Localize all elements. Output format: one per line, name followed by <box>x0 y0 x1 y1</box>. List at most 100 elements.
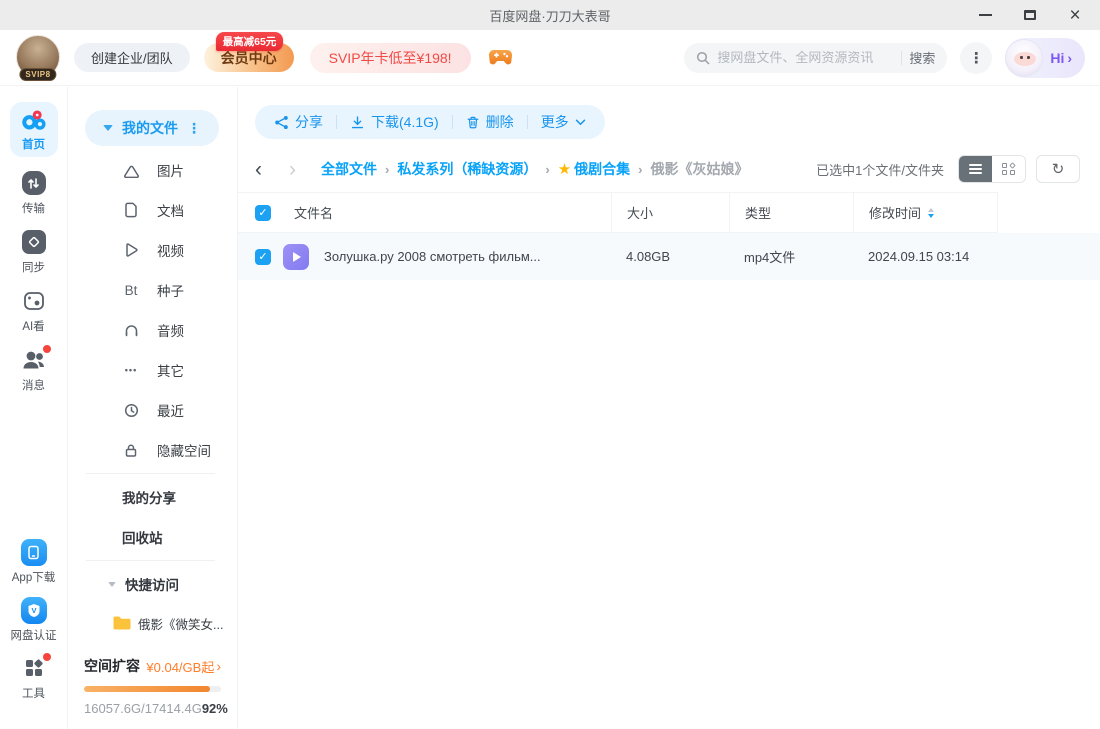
file-modified: 2024.09.15 03:14 <box>853 233 998 280</box>
more-menu-button[interactable]: ⋮ <box>960 42 992 74</box>
svip-promo-banner[interactable]: SVIP年卡低至¥198! <box>310 43 471 73</box>
download-button[interactable]: 下载(4.1G) <box>350 112 439 132</box>
sidebar-item-videos[interactable]: 视频 <box>68 230 237 270</box>
breadcrumb-current: 俄影《灰姑娘》 <box>650 159 748 179</box>
document-icon <box>122 202 140 218</box>
nav-sync[interactable]: 同步 <box>21 229 47 275</box>
sidebar-item-hidden-space[interactable]: 隐藏空间 <box>68 430 237 470</box>
select-all-checkbox[interactable]: ✓ <box>255 205 271 221</box>
create-team-button[interactable]: 创建企业/团队 <box>74 43 190 72</box>
user-avatar[interactable]: SVIP8 <box>14 34 62 82</box>
table-row[interactable]: ✓ Золушка.ру 2008 смотреть фильм... 4.08… <box>238 233 1100 280</box>
lock-icon <box>122 443 140 458</box>
divider <box>86 560 215 561</box>
sidebar-my-files[interactable]: 我的文件 ⋮ <box>85 110 219 146</box>
storage-progress-bar <box>84 686 221 692</box>
games-button[interactable] <box>488 49 513 67</box>
grid-view-icon <box>1002 163 1015 176</box>
nav-certification-label: 网盘认证 <box>11 627 57 643</box>
svip-level-badge: SVIP8 <box>19 68 56 81</box>
assistant-chevron-icon: › <box>1067 50 1072 66</box>
assistant-avatar <box>1005 39 1043 77</box>
more-button[interactable]: 更多 <box>541 112 586 132</box>
nav-tools[interactable]: 工具 <box>21 655 47 701</box>
sidebar-item-recycle-bin[interactable]: 回收站 <box>68 517 237 557</box>
storage-price-link[interactable]: ¥0.04/GB起 › <box>146 657 221 676</box>
member-center-wrap: 会员中心 最高减65元 <box>204 43 294 72</box>
sidebar-item-pictures[interactable]: 图片 <box>68 150 237 190</box>
nav-certification[interactable]: V 网盘认证 <box>11 597 57 643</box>
search-icon <box>696 51 710 65</box>
sidebar-item-torrents[interactable]: Bt 种子 <box>68 270 237 310</box>
my-files-menu-icon[interactable]: ⋮ <box>187 120 201 137</box>
sidebar-item-recent[interactable]: 最近 <box>68 390 237 430</box>
column-header-size[interactable]: 大小 <box>611 193 729 232</box>
sidebar-item-my-shares[interactable]: 我的分享 <box>68 477 237 517</box>
back-button[interactable]: ‹ <box>255 159 262 180</box>
tools-icon <box>21 655 47 681</box>
search-input[interactable] <box>717 50 894 65</box>
breadcrumb: 全部文件 › 私发系列（稀缺资源） › ★ 俄剧合集 › 俄影《灰姑娘》 <box>321 159 748 179</box>
search-divider <box>901 51 902 65</box>
nav-transfer[interactable]: 传输 <box>21 170 47 216</box>
forward-button[interactable]: › <box>289 159 296 180</box>
nav-home[interactable]: 首页 <box>10 102 58 157</box>
svg-text:V: V <box>31 605 36 614</box>
main-content: 分享 下载(4.1G) 删除 更多 ‹ › 全部文件 › 私发系列（稀缺资源） … <box>238 87 1100 729</box>
column-header-modified[interactable]: 修改时间 <box>853 193 998 232</box>
breadcrumb-all-files[interactable]: 全部文件 <box>321 159 377 179</box>
breadcrumb-series[interactable]: 私发系列（稀缺资源） <box>397 159 537 179</box>
nav-ai-view[interactable]: AI看 <box>21 288 47 334</box>
clock-icon <box>122 403 140 418</box>
collapse-triangle-icon <box>108 582 116 587</box>
maximize-icon <box>1024 10 1036 20</box>
tools-badge <box>43 653 51 661</box>
nav-rail: 首页 传输 同步 AI看 <box>0 87 68 729</box>
breadcrumb-collection[interactable]: 俄剧合集 <box>574 159 630 179</box>
divider <box>452 115 453 129</box>
window-controls: × <box>976 6 1100 24</box>
search-button[interactable]: 搜索 <box>909 48 935 67</box>
sidebar-quick-access[interactable]: 快捷访问 <box>68 564 237 604</box>
close-button[interactable]: × <box>1066 6 1084 24</box>
assistant-pill[interactable]: Hi › <box>1005 38 1085 78</box>
discount-badge: 最高减65元 <box>216 32 284 51</box>
ai-view-icon <box>21 288 47 314</box>
selection-status: 已选中1个文件/文件夹 <box>816 160 944 179</box>
quick-access-folder[interactable]: 俄影《微笑女... <box>68 604 237 642</box>
refresh-icon: ↻ <box>1052 160 1065 178</box>
maximize-button[interactable] <box>1021 6 1039 24</box>
sort-icon[interactable] <box>928 208 934 218</box>
share-button[interactable]: 分享 <box>274 112 323 132</box>
divider <box>86 473 215 474</box>
grid-view-button[interactable] <box>992 156 1025 182</box>
refresh-button[interactable]: ↻ <box>1036 155 1080 183</box>
storage-expand-label: 空间扩容 <box>84 656 140 676</box>
list-view-button[interactable] <box>959 156 992 182</box>
sidebar-item-documents[interactable]: 文档 <box>68 190 237 230</box>
view-toggle <box>958 155 1026 183</box>
divider <box>336 115 337 129</box>
check-icon: ✓ <box>258 250 267 263</box>
nav-home-label: 首页 <box>22 136 45 152</box>
nav-messages[interactable]: 消息 <box>21 347 47 393</box>
column-header-type[interactable]: 类型 <box>729 193 853 232</box>
file-name[interactable]: Золушка.ру 2008 смотреть фильм... <box>324 249 541 264</box>
minimize-button[interactable] <box>976 6 994 24</box>
nav-sync-label: 同步 <box>22 259 45 275</box>
download-icon <box>350 115 365 130</box>
messages-badge <box>43 345 51 353</box>
sidebar-item-audio[interactable]: 音频 <box>68 310 237 350</box>
netdisk-logo-icon <box>21 107 47 133</box>
audio-icon <box>122 323 140 338</box>
nav-messages-label: 消息 <box>22 377 45 393</box>
file-toolbar: 分享 下载(4.1G) 删除 更多 <box>255 105 605 139</box>
table-header: ✓ 文件名 大小 类型 修改时间 <box>238 192 998 233</box>
delete-button[interactable]: 删除 <box>466 112 514 132</box>
row-checkbox[interactable]: ✓ <box>255 249 271 265</box>
column-header-name[interactable]: 文件名 <box>278 193 611 232</box>
nav-app-download[interactable]: App下载 <box>12 539 55 585</box>
collapse-triangle-icon <box>103 125 113 131</box>
search-box[interactable]: 搜索 <box>684 43 947 73</box>
sidebar-item-other[interactable]: ••• 其它 <box>68 350 237 390</box>
